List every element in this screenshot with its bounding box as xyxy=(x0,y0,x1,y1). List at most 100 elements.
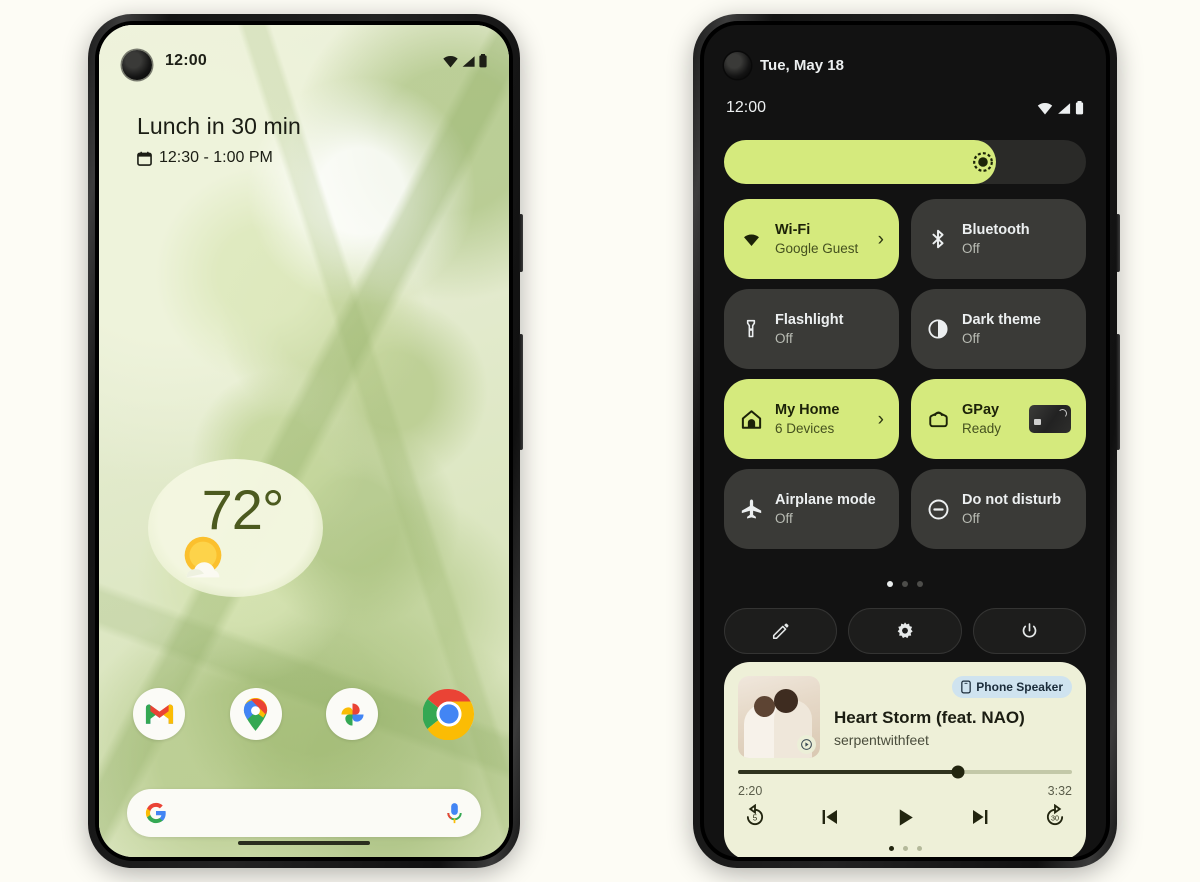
skip-next-icon[interactable] xyxy=(968,805,992,829)
front-camera-punch-hole xyxy=(724,52,751,79)
app-dock xyxy=(99,688,509,740)
album-art-head-right xyxy=(774,689,798,713)
quick-tile-gpay[interactable]: GPay Ready xyxy=(911,379,1086,459)
media-progress-knob[interactable] xyxy=(951,765,965,779)
dark-theme-icon xyxy=(926,318,950,340)
dock-item-gmail[interactable] xyxy=(133,688,185,740)
quick-tile-title: Airplane mode xyxy=(775,491,876,508)
quick-tile-subtitle: Google Guest xyxy=(775,240,859,256)
phone-speaker-icon xyxy=(961,680,972,694)
page-dot-1[interactable] xyxy=(887,581,893,587)
wifi-icon xyxy=(739,228,763,251)
quick-tile-title: Flashlight xyxy=(775,311,844,328)
quick-tile-labels: Dark theme Off xyxy=(962,311,1041,348)
google-search-bar[interactable] xyxy=(127,789,481,837)
quick-tile-subtitle: Off xyxy=(775,330,793,346)
google-g-icon xyxy=(145,802,166,824)
quick-tile-labels: My Home 6 Devices xyxy=(775,401,839,438)
chevron-right-icon[interactable]: › xyxy=(878,410,884,429)
quick-tile-labels: Airplane mode Off xyxy=(775,491,876,528)
signal-icon xyxy=(462,55,475,67)
edit-tiles-button[interactable] xyxy=(724,608,838,654)
quick-tile-subtitle: Ready xyxy=(962,420,1002,436)
page-dot-2[interactable] xyxy=(902,581,908,587)
quick-tile-title: Dark theme xyxy=(962,311,1041,328)
media-progress-fill xyxy=(738,770,959,774)
output-device-badge[interactable]: Phone Speaker xyxy=(952,676,1072,698)
quick-tile-wifi[interactable]: Wi-Fi Google Guest › xyxy=(724,199,899,279)
quick-tile-title: My Home xyxy=(775,401,840,418)
forward-30-icon[interactable]: 30 xyxy=(1042,804,1068,830)
quick-tile-dark-theme[interactable]: Dark theme Off xyxy=(911,289,1086,369)
skip-previous-icon[interactable] xyxy=(818,805,842,829)
brightness-fill xyxy=(724,140,996,184)
quick-tile-labels: Flashlight Off xyxy=(775,311,843,348)
left-status-bar: 12:00 xyxy=(99,49,509,73)
album-art-play-overlay-icon[interactable] xyxy=(797,735,816,754)
brightness-icon xyxy=(972,152,993,172)
power-button[interactable] xyxy=(972,608,1086,654)
quick-settings-actions xyxy=(724,608,1086,654)
media-elapsed: 2:20 xyxy=(738,784,763,798)
volume-rocker-left-phone[interactable] xyxy=(519,334,523,450)
chevron-right-icon[interactable]: › xyxy=(878,230,884,249)
page-dot-3[interactable] xyxy=(917,581,923,587)
credit-card-thumbnail xyxy=(1029,405,1071,433)
photos-icon xyxy=(341,702,364,726)
dock-item-maps[interactable] xyxy=(229,688,282,740)
quick-tile-subtitle: 6 Devices xyxy=(775,420,835,436)
settings-button[interactable] xyxy=(848,608,962,654)
dock-item-chrome[interactable] xyxy=(422,688,475,740)
volume-rocker-right-phone[interactable] xyxy=(1116,334,1120,450)
media-timestamps: 2:20 3:32 xyxy=(738,784,1072,798)
wifi-icon xyxy=(443,55,458,67)
quick-tile-dnd[interactable]: Do not disturb Off xyxy=(911,469,1086,549)
gear-icon xyxy=(897,622,913,639)
quick-tile-subtitle: Off xyxy=(962,330,980,346)
flashlight-icon xyxy=(739,319,763,339)
media-controls: 5 30 xyxy=(742,804,1068,830)
replay-5-icon[interactable]: 5 xyxy=(742,804,768,830)
quick-tile-flashlight[interactable]: Flashlight Off xyxy=(724,289,899,369)
chrome-icon xyxy=(422,688,475,740)
quick-tile-title: Do not disturb xyxy=(962,491,1062,508)
quick-tile-labels: Bluetooth Off xyxy=(962,221,1030,258)
battery-icon xyxy=(479,54,487,68)
output-device-label: Phone Speaker xyxy=(976,680,1063,694)
quick-tile-labels: GPay Ready xyxy=(962,401,1001,438)
media-duration: 3:32 xyxy=(1047,784,1072,798)
power-button-left-phone[interactable] xyxy=(519,214,523,272)
home-icon xyxy=(739,408,763,431)
brightness-slider[interactable] xyxy=(724,140,1086,184)
weather-widget[interactable]: 72° xyxy=(148,459,323,597)
svg-text:5: 5 xyxy=(753,814,758,823)
media-player-card[interactable]: Phone Speaker Heart Storm (feat. NAO) se… xyxy=(724,662,1086,857)
power-button-right-phone[interactable] xyxy=(1116,214,1120,272)
quick-tile-labels: Wi-Fi Google Guest xyxy=(775,221,858,258)
left-phone-screen: 12:00 Lunch in 30 min 12:30 - 1:00 PM 72… xyxy=(99,25,509,857)
quick-tile-airplane[interactable]: Airplane mode Off xyxy=(724,469,899,549)
media-title: Heart Storm (feat. NAO) xyxy=(834,708,1025,727)
left-phone-device: 12:00 Lunch in 30 min 12:30 - 1:00 PM 72… xyxy=(88,14,523,868)
calendar-icon xyxy=(137,151,152,166)
quick-tile-subtitle: Off xyxy=(775,510,793,526)
gmail-icon xyxy=(145,704,173,724)
status-clock: 12:00 xyxy=(726,99,767,116)
wallet-icon xyxy=(926,408,950,431)
right-phone-device: Tue, May 18 12:00 Wi-Fi Google Guest › Blue… xyxy=(693,14,1120,868)
gesture-navigation-bar[interactable] xyxy=(238,841,370,845)
signal-icon xyxy=(1058,102,1071,114)
screenshot-stage: 12:00 Lunch in 30 min 12:30 - 1:00 PM 72… xyxy=(0,0,1200,882)
quick-tile-bluetooth[interactable]: Bluetooth Off xyxy=(911,199,1086,279)
mic-icon[interactable] xyxy=(446,802,463,825)
dock-item-photos[interactable] xyxy=(326,688,379,740)
right-phone-screen: Tue, May 18 12:00 Wi-Fi Google Guest › Blue… xyxy=(704,25,1106,857)
battery-icon xyxy=(1075,101,1084,115)
play-icon[interactable] xyxy=(893,805,918,830)
status-clock: 12:00 xyxy=(165,52,207,69)
media-progress-bar[interactable] xyxy=(738,765,1072,779)
glance-subtitle-row: 12:30 - 1:00 PM xyxy=(137,149,301,167)
quick-tile-my-home[interactable]: My Home 6 Devices › xyxy=(724,379,899,459)
at-a-glance-widget[interactable]: Lunch in 30 min 12:30 - 1:00 PM xyxy=(137,113,301,167)
quick-settings-page-dots[interactable] xyxy=(704,581,1106,587)
